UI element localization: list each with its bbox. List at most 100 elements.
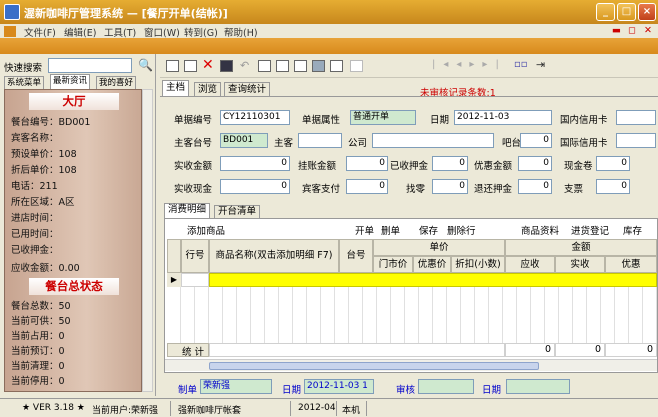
grid-corner	[167, 239, 181, 273]
discount-field[interactable]: 0	[518, 156, 552, 171]
new-icon[interactable]	[166, 60, 179, 72]
audit-field[interactable]	[418, 379, 474, 394]
left-panel: 快速搜索 🔍 系统菜单 最新资讯 我的喜好 大厅 餐台编号：BD001 宾客名称…	[0, 54, 156, 396]
menu-goto[interactable]: 转到(G)	[184, 25, 218, 39]
toolbar: ✕ ↶ |◂◂▸▸| ▫▫ ⇥	[160, 54, 658, 78]
undo-icon[interactable]: ↶	[240, 59, 249, 72]
exit-icon[interactable]: ⇥	[536, 58, 545, 71]
maker-field[interactable]: 荣新强	[200, 379, 272, 394]
close-button[interactable]: ×	[638, 3, 656, 21]
col-receivable: 应收	[505, 256, 555, 273]
intl-card-field[interactable]	[616, 133, 656, 148]
col-discount: 折扣(小数)	[451, 256, 505, 273]
mdi-minimize-icon[interactable]: ▬	[612, 25, 621, 36]
mdi-restore-icon[interactable]: ◻	[628, 25, 636, 36]
menu-app-icon	[4, 26, 16, 37]
refresh-icon[interactable]	[258, 60, 271, 72]
menu-edit[interactable]: 编辑(E)	[64, 25, 96, 39]
grid-empty-area	[167, 287, 657, 343]
tab-latest-news[interactable]: 最新资讯	[50, 74, 91, 89]
col-amount-group: 金额	[505, 239, 657, 256]
refund-field[interactable]: 0	[518, 179, 552, 194]
quick-search-label: 快速搜索	[4, 63, 43, 74]
hall-title: 大厅	[29, 93, 119, 110]
menu-tools[interactable]: 工具(T)	[104, 25, 136, 39]
tab-browse[interactable]: 浏览	[194, 82, 222, 96]
doc-no-field[interactable]: CY12110301	[220, 110, 290, 125]
maximize-button[interactable]: □	[617, 3, 636, 21]
tab-favorites[interactable]: 我的喜好	[96, 76, 137, 89]
table-row-selected[interactable]	[209, 273, 657, 287]
status-row: 当前可供：50	[11, 316, 71, 327]
tab-query[interactable]: 查询统计	[224, 82, 271, 96]
menu-help[interactable]: 帮助(H)	[224, 25, 258, 39]
doc-attr-field[interactable]: 普通开单	[350, 110, 416, 125]
col-row-no: 行号	[181, 239, 209, 273]
delete-row-button[interactable]: 删除行	[447, 223, 476, 237]
date-field[interactable]: 2012-11-03	[454, 110, 552, 125]
col-price-group: 单价	[373, 239, 505, 256]
audit-icon[interactable]	[350, 60, 363, 72]
status-row: 当前占用：0	[11, 331, 65, 342]
total-blank	[209, 343, 505, 357]
bar-field[interactable]: 0	[520, 133, 552, 148]
tab-consume-detail[interactable]: 消费明细	[164, 203, 211, 218]
table-row[interactable]	[181, 273, 209, 287]
menu-file[interactable]: 文件(F)	[24, 25, 56, 39]
doc-attr-label: 单据属性	[302, 115, 341, 126]
delete-icon[interactable]: ✕	[202, 57, 214, 73]
deposit-label: 已收押金	[390, 161, 429, 172]
goods-info-button[interactable]: 商品资料	[521, 223, 559, 237]
guest-pay-field[interactable]: 0	[346, 179, 388, 194]
recv-amt-label: 实收金额	[174, 161, 213, 172]
settings-icon[interactable]	[330, 60, 343, 72]
print-icon[interactable]	[312, 60, 325, 72]
status-bar: ★ VER 3.18 ★ 当前用户:荣新强 强新咖啡厅帐套 2012-04 本机	[0, 398, 658, 417]
purchase-button[interactable]: 进货登记	[571, 223, 609, 237]
stock-button[interactable]: 库存	[623, 223, 642, 237]
tab-system-menu[interactable]: 系统菜单	[4, 76, 45, 89]
scroll-thumb[interactable]	[209, 362, 539, 370]
version-text: ★ VER 3.18 ★	[22, 403, 85, 413]
binoculars-icon[interactable]: ▫▫	[514, 59, 528, 70]
audit-date-label: 日期	[482, 385, 502, 396]
quick-search-input[interactable]	[48, 58, 132, 73]
deposit-field[interactable]: 0	[432, 156, 468, 171]
mdi-close-icon[interactable]: ✕	[644, 25, 652, 36]
add-goods-button[interactable]: 添加商品	[187, 223, 225, 237]
host-field[interactable]	[298, 133, 342, 148]
edit-icon[interactable]	[184, 60, 197, 72]
table-no-label: 主客台号	[174, 138, 213, 149]
host-label: 主客	[274, 138, 294, 149]
save-button[interactable]: 保存	[419, 223, 438, 237]
tab-master[interactable]: 主档	[162, 80, 190, 96]
minimize-button[interactable]: _	[596, 3, 615, 21]
company-label: 公司	[348, 138, 368, 149]
cash-field[interactable]: 0	[220, 179, 290, 194]
grid-hscrollbar[interactable]	[165, 359, 657, 371]
make-date-field[interactable]: 2012-11-03 1	[304, 379, 374, 394]
company-field[interactable]	[372, 133, 494, 148]
hang-field[interactable]: 0	[346, 156, 388, 171]
col-store-price: 门市价	[373, 256, 413, 273]
delete-bill-button[interactable]: 删单	[381, 223, 400, 237]
save-icon[interactable]	[220, 60, 233, 72]
open-bill-button[interactable]: 开单	[355, 223, 374, 237]
change-field[interactable]: 0	[432, 179, 468, 194]
copy-icon[interactable]	[276, 60, 289, 72]
tab-open-table-list[interactable]: 开台清单	[214, 205, 261, 218]
search-icon[interactable]: 🔍	[138, 58, 153, 72]
status-row: 当前清理：0	[11, 361, 65, 372]
menu-window[interactable]: 窗口(W)	[144, 25, 180, 39]
hall-row: 已用时间：	[11, 229, 59, 240]
cash-coupon-field[interactable]: 0	[596, 156, 630, 171]
table-no-field[interactable]: BD001	[220, 133, 268, 148]
preview-icon[interactable]	[294, 60, 307, 72]
nav-arrows-icon[interactable]: |◂◂▸▸|	[432, 59, 507, 70]
audit-date-field[interactable]	[506, 379, 570, 394]
dom-card-field[interactable]	[616, 110, 656, 125]
recv-amt-field[interactable]: 0	[220, 156, 290, 171]
cheque-label: 支票	[564, 184, 584, 195]
left-scrollbar[interactable]	[142, 89, 153, 392]
cheque-field[interactable]: 0	[596, 179, 630, 194]
